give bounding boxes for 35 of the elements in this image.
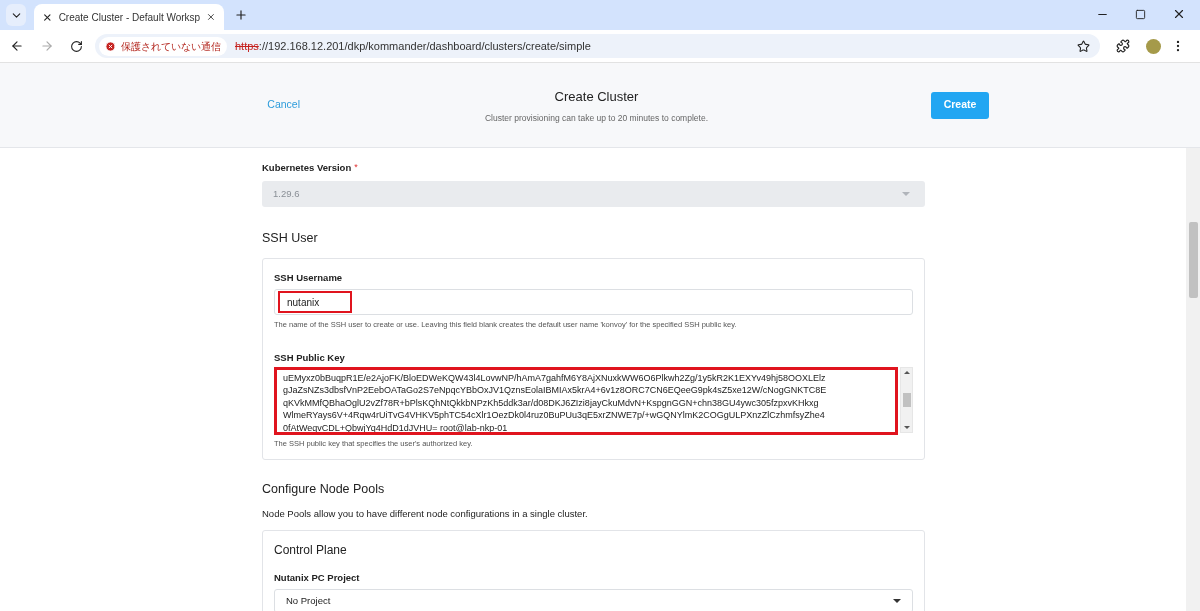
maximize-icon[interactable]: [1135, 9, 1146, 20]
security-chip[interactable]: 保護されていない通信: [99, 36, 227, 56]
section-heading: Configure Node Pools: [262, 481, 386, 498]
tab-title: Create Cluster - Default Worksp: [58, 10, 201, 25]
address-bar[interactable]: 保護されていない通信 https://192.168.12.201/dkp/kommander/dashboard/clusters/create/simple: [95, 34, 1100, 58]
reload-icon[interactable]: [70, 39, 83, 53]
tab-list-button[interactable]: [6, 4, 26, 26]
ssh-username-input[interactable]: nutanix: [274, 289, 913, 316]
warning-icon: [105, 40, 116, 52]
url-text: https://192.168.12.201/dkp/kommander/dashboard/clusters/create/simple: [235, 38, 591, 54]
new-tab-icon[interactable]: [234, 8, 248, 22]
page-title: Create Cluster: [554, 87, 639, 106]
field-label: Kubernetes Version: [262, 161, 352, 175]
browser-tab[interactable]: Create Cluster - Default Worksp: [34, 4, 224, 30]
ssh-public-key-textarea[interactable]: uEMyxz0bBuqpR1E/e2AjoFK/BloEDWeKQW43l4LovwNP/hAmA7gahfM6Y8AjXNuxkWW6O6Plkwh2Zg/1y5kR2K1EXYv49hj58OOXLElz gJaZsNZs3dbsfVnP2EebOATaGo2S7eNpqcYBbOxJV1QznsEolaIBMIAx5krA4+6v1z8ORC7CN6EQeeG9pk4sZ5xe12W/cNogGNKTC8E qKVkMMfQBhaOglU2vZf78R+bPlsKQhNtQkkbNPzKh5ddk3ar/d08DKJ6ZIzi8jayCkuMdvN+KspgnGGN+chn38GU4ywc305fzpxvKHkxg WlmeRYays6V+4Rqw4rUiTvG4VHKV5phTC54cXlr1OezDk0l4ruz0BuPUu3qE5xrZNWE7p/+wGQNYlmK2COGgULPXnzZlCzhmfsyZhe4 0fAtWeqvCDL+QbwjYq4HdD1dJVHU= root@lab-nkp-01: [274, 366, 898, 435]
section-heading: SSH User: [262, 230, 319, 248]
required-asterisk: *: [354, 161, 358, 175]
textarea-scrollbar[interactable]: [900, 366, 913, 433]
section-description: Node Pools allow you to have different node configurations in a single cluster.: [262, 506, 589, 521]
card-heading: Control Plane: [274, 542, 348, 559]
field-label: SSH Public Key: [274, 350, 346, 365]
dropdown-caret-icon: [902, 192, 910, 197]
close-icon[interactable]: [206, 11, 216, 23]
username-value: nutanix: [278, 291, 352, 314]
field-label: Nutanix PC Project: [274, 571, 361, 585]
bookmark-star-icon[interactable]: [1077, 39, 1090, 53]
page-scrollbar[interactable]: [1186, 148, 1200, 611]
dropdown-caret-icon: [893, 599, 901, 604]
profile-avatar[interactable]: [1146, 38, 1161, 54]
close-window-icon[interactable]: [1172, 7, 1186, 21]
field-label: SSH Username: [274, 271, 344, 285]
back-icon[interactable]: [10, 39, 24, 53]
page-subtitle: Cluster provisioning can take up to 20 minutes to complete.: [485, 112, 708, 126]
project-select[interactable]: No Project: [274, 589, 913, 611]
extensions-icon[interactable]: [1116, 39, 1130, 53]
